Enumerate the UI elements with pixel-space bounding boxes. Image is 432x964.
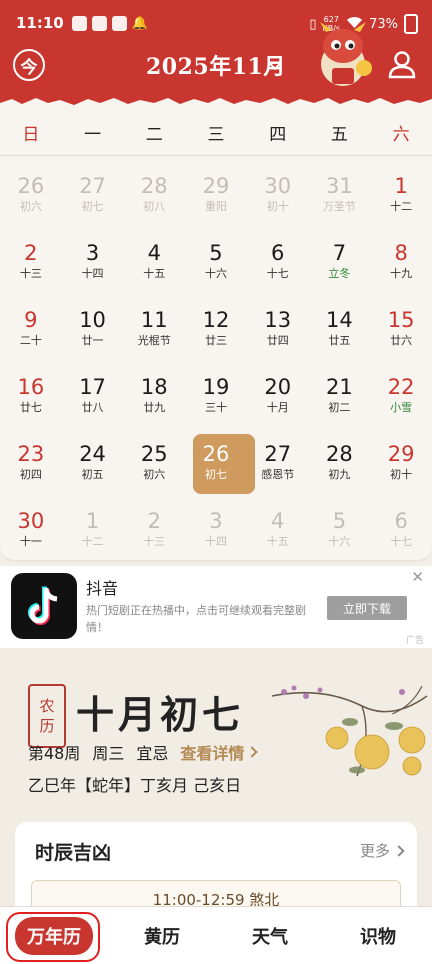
day-cell[interactable]: 2 十三	[0, 237, 62, 304]
user-icon[interactable]	[387, 49, 417, 79]
tab-almanac[interactable]: 黄历	[108, 907, 216, 964]
day-cell[interactable]: 15 廿六	[370, 304, 432, 371]
week-info-row: 第48周 周三 宜忌 查看详情	[28, 740, 259, 764]
day-cell[interactable]: 20 十月	[247, 371, 309, 438]
shichen-title: 时辰吉凶	[35, 842, 112, 864]
day-cell[interactable]: 29 初十	[370, 438, 432, 505]
day-cell[interactable]: 1 十二	[370, 170, 432, 237]
day-cell[interactable]: 28 初九	[309, 438, 371, 505]
weekday-text: 周三	[92, 744, 125, 763]
chevron-right-icon	[393, 844, 405, 857]
more-link[interactable]: 更多	[360, 840, 405, 861]
day-cell[interactable]: 14 廿五	[309, 304, 371, 371]
app-screen: 11:10 🔔 ▯ 627 KB/s 73% 今 2025年11月 日 一 二 …	[0, 0, 432, 964]
day-cell[interactable]: 24 初五	[62, 438, 124, 505]
day-cell[interactable]: 19 三十	[185, 371, 247, 438]
day-cell[interactable]: 23 初四	[0, 438, 62, 505]
download-button[interactable]: 立即下载	[327, 596, 407, 620]
day-cell[interactable]: 6 十七	[247, 237, 309, 304]
day-cell[interactable]: 4 十五	[123, 237, 185, 304]
chevron-right-icon	[246, 746, 259, 758]
tab-weather[interactable]: 天气	[216, 907, 324, 964]
day-cell[interactable]: 25 初六	[123, 438, 185, 505]
mail-notification-icon	[111, 15, 127, 31]
weekday-label: 六	[392, 125, 410, 145]
chrysanthemum-illustration	[271, 685, 428, 777]
yiji-label: 宜忌	[136, 744, 169, 763]
weekday-label: 日	[22, 125, 40, 145]
ad-title[interactable]: 抖音	[86, 575, 118, 599]
day-cell[interactable]: 3 十四	[62, 237, 124, 304]
day-cell[interactable]: 5 十六	[185, 237, 247, 304]
weekday-label: 三	[207, 125, 225, 145]
bell-icon: 🔔	[131, 15, 148, 31]
lunar-info: 农 历 十月初七 第48周 周三 宜忌 查看详情 乙巳年【蛇年】丁亥月 己亥日	[0, 648, 432, 942]
ad-description[interactable]: 热门短剧正在热播中，点击可继续观看完整剧情！	[86, 602, 322, 636]
weekday-label: 二	[145, 125, 163, 145]
day-cell[interactable]: 7 立冬	[309, 237, 371, 304]
weekday-label: 四	[269, 125, 287, 145]
day-cell[interactable]: 22 小雪	[370, 371, 432, 438]
day-cell[interactable]: 5 十六	[309, 505, 371, 572]
month-calendar: 日 一 二 三 四 五 六 26 初六 27 初七 28 初八 29 重阳 30 初十 3…	[0, 108, 432, 560]
view-detail-link[interactable]: 查看详情	[180, 740, 259, 764]
weekday-header: 日 一 二 三 四 五 六	[0, 120, 432, 156]
day-cell[interactable]: 30 初十	[247, 170, 309, 237]
play-notification-icon	[91, 15, 107, 31]
bottom-tab-bar: 万年历 黄历 天气 识物	[0, 906, 432, 964]
day-cell[interactable]: 27 初七	[62, 170, 124, 237]
day-cell[interactable]: 18 廿九	[123, 371, 185, 438]
day-cell[interactable]: 11 光棍节	[123, 304, 185, 371]
tab-identify[interactable]: 识物	[324, 907, 432, 964]
ganzhi-text: 乙巳年【蛇年】丁亥月 己亥日	[28, 776, 242, 795]
day-cell[interactable]: 8 十九	[370, 237, 432, 304]
close-icon[interactable]: ✕	[411, 568, 424, 586]
day-cell[interactable]: 13 廿四	[247, 304, 309, 371]
lunar-seal: 农 历	[28, 684, 66, 748]
weekday-label: 一	[84, 125, 102, 145]
day-cell[interactable]: 2 十三	[123, 505, 185, 572]
day-cell[interactable]: 6 十七	[370, 505, 432, 572]
app-notification-icon	[71, 15, 87, 31]
selected-day-cell[interactable]: 26 初七	[185, 434, 255, 505]
weekday-label: 五	[330, 125, 348, 145]
calendar-grid: 26 初六 27 初七 28 初八 29 重阳 30 初十 31 万圣节 1 十二 2 十三 3…	[0, 170, 432, 572]
day-cell[interactable]: 30 十一	[0, 505, 62, 572]
lunar-date: 十月初七	[76, 692, 245, 737]
day-cell[interactable]: 4 十五	[247, 505, 309, 572]
day-cell[interactable]: 29 重阳	[185, 170, 247, 237]
week-number: 第48周	[28, 744, 81, 763]
day-cell[interactable]: 10 廿一	[62, 304, 124, 371]
day-cell[interactable]: 12 廿三	[185, 304, 247, 371]
tiktok-logo-icon[interactable]	[11, 573, 77, 639]
ad-banner[interactable]: 抖音 热门短剧正在热播中，点击可继续观看完整剧情！ 立即下载 ✕ 广告	[0, 566, 432, 648]
battery-icon	[404, 14, 418, 34]
day-cell[interactable]: 9 二十	[0, 304, 62, 371]
day-cell[interactable]: 27 感恩节	[247, 438, 309, 505]
day-cell[interactable]: 1 十二	[62, 505, 124, 572]
day-cell[interactable]: 17 廿八	[62, 371, 124, 438]
day-cell[interactable]: 16 廿七	[0, 371, 62, 438]
day-cell[interactable]: 21 初二	[309, 371, 371, 438]
ad-tag: 广告	[405, 636, 424, 646]
day-cell[interactable]: 31 万圣节	[309, 170, 371, 237]
snake-mascot-icon	[320, 22, 372, 86]
day-cell[interactable]: 28 初八	[123, 170, 185, 237]
day-cell[interactable]: 26 初六	[0, 170, 62, 237]
highlight-ring	[6, 912, 100, 962]
month-title[interactable]: 2025年11月	[146, 49, 286, 81]
status-time: 11:10	[16, 14, 64, 32]
header: 11:10 🔔 ▯ 627 KB/s 73% 今 2025年11月	[0, 0, 432, 111]
day-cell[interactable]: 3 十四	[185, 505, 247, 572]
today-button[interactable]: 今	[13, 49, 45, 81]
